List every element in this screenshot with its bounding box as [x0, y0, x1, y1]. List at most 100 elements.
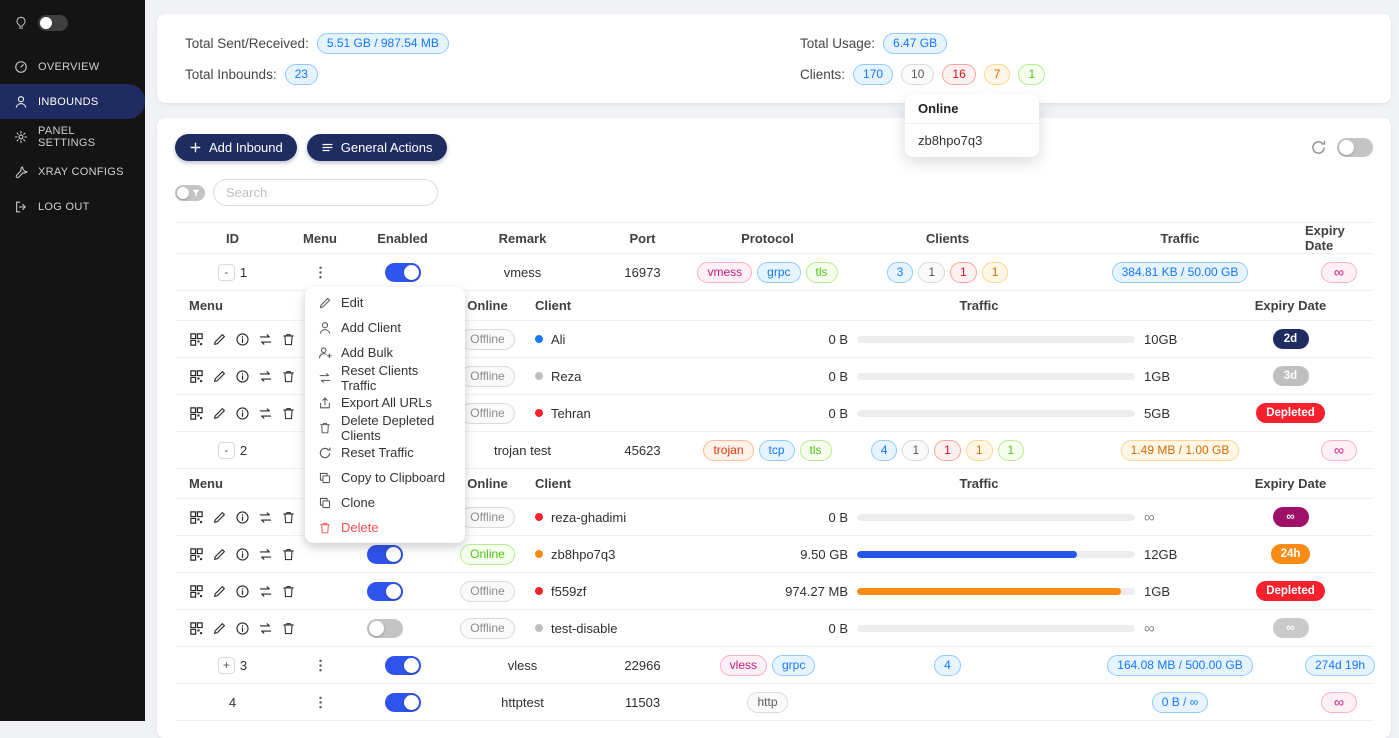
clients-deactive-badge[interactable]: 10: [901, 64, 934, 85]
sidebar-item-xray-configs[interactable]: XRAY CONFIGS: [0, 154, 145, 189]
delete-client-icon[interactable]: [281, 547, 296, 562]
reset-client-traffic-icon[interactable]: [258, 547, 273, 562]
inbound-traffic-badge: 384.81 KB / 50.00 GB: [1112, 262, 1249, 283]
menu-item-add-client[interactable]: Add Client: [308, 315, 462, 340]
menu-item-add-bulk[interactable]: Add Bulk: [308, 340, 462, 365]
clients-online-badge[interactable]: 1: [1018, 64, 1045, 85]
qrcode-icon[interactable]: [189, 369, 204, 384]
search-input[interactable]: [213, 179, 438, 206]
menu-item-reset-clients-traffic[interactable]: Reset Clients Traffic: [308, 365, 462, 390]
edit-client-icon[interactable]: [212, 547, 227, 562]
menu-item-edit[interactable]: Edit: [308, 290, 462, 315]
menu-item-export-all-urls[interactable]: Export All URLs: [308, 390, 462, 415]
qrcode-icon[interactable]: [189, 406, 204, 421]
edit-client-icon[interactable]: [212, 584, 227, 599]
sidebar-item-logout[interactable]: LOG OUT: [0, 189, 145, 224]
client-count-badge[interactable]: 1: [902, 440, 929, 461]
qrcode-icon[interactable]: [189, 621, 204, 636]
info-icon[interactable]: [235, 332, 250, 347]
qrcode-icon[interactable]: [189, 547, 204, 562]
inbound-expiry-badge: ∞: [1321, 262, 1357, 283]
info-icon[interactable]: [235, 547, 250, 562]
client-count-badge[interactable]: 1: [982, 262, 1009, 283]
collapse-button[interactable]: -: [218, 442, 235, 459]
inbound-traffic-badge: 1.49 MB / 1.00 GB: [1121, 440, 1240, 461]
header-protocol: Protocol: [695, 231, 840, 246]
menu-item-clone[interactable]: Clone: [308, 490, 462, 515]
menu-item-copy-to-clipboard[interactable]: Copy to Clipboard: [308, 465, 462, 490]
client-count-badge[interactable]: 4: [934, 655, 961, 676]
header-enabled: Enabled: [350, 231, 455, 246]
delete-client-icon[interactable]: [281, 510, 296, 525]
protocol-tag: tls: [800, 440, 832, 461]
info-icon[interactable]: [235, 621, 250, 636]
delete-client-icon[interactable]: [281, 621, 296, 636]
client-count-badge[interactable]: 1: [934, 440, 961, 461]
edit-client-icon[interactable]: [212, 510, 227, 525]
inbound-id: 2: [240, 443, 247, 458]
reset-client-traffic-icon[interactable]: [258, 369, 273, 384]
edit-client-icon[interactable]: [212, 332, 227, 347]
header-clients: Clients: [840, 231, 1055, 246]
inbound-menu-button[interactable]: [311, 656, 330, 675]
qrcode-icon[interactable]: [189, 510, 204, 525]
refresh-icon[interactable]: [1310, 139, 1327, 156]
info-icon[interactable]: [235, 406, 250, 421]
reset-client-traffic-icon[interactable]: [258, 584, 273, 599]
client-count-badge[interactable]: 1: [918, 262, 945, 283]
clone-icon: [318, 496, 332, 510]
inbound-port: 22966: [624, 658, 660, 673]
inbound-enabled-toggle[interactable]: [385, 656, 421, 675]
clients-total-badge[interactable]: 170: [853, 64, 893, 85]
delete-client-icon[interactable]: [281, 369, 296, 384]
client-enabled-toggle[interactable]: [367, 582, 403, 601]
add-inbound-button[interactable]: Add Inbound: [175, 134, 297, 161]
menu-item-delete-depleted-clients[interactable]: Delete Depleted Clients: [308, 415, 462, 440]
protocol-tag: tcp: [759, 440, 795, 461]
clients-label: Clients:: [800, 67, 845, 82]
edit-client-icon[interactable]: [212, 406, 227, 421]
traffic-used: 0 B: [778, 332, 848, 347]
inbound-menu-button[interactable]: [311, 263, 330, 282]
clients-depleted-badge[interactable]: 16: [942, 64, 975, 85]
qrcode-icon[interactable]: [189, 332, 204, 347]
edit-client-icon[interactable]: [212, 621, 227, 636]
info-icon[interactable]: [235, 510, 250, 525]
client-count-badge[interactable]: 1: [950, 262, 977, 283]
inbound-menu-button[interactable]: [311, 693, 330, 712]
collapse-button[interactable]: -: [218, 264, 235, 281]
sidebar-item-label: XRAY CONFIGS: [38, 166, 124, 178]
expand-button[interactable]: +: [218, 657, 235, 674]
delete-client-icon[interactable]: [281, 332, 296, 347]
client-count-badge[interactable]: 3: [887, 262, 914, 283]
clients-expiring-badge[interactable]: 7: [984, 64, 1011, 85]
filter-toggle[interactable]: [175, 185, 205, 201]
delete-client-icon[interactable]: [281, 584, 296, 599]
client-count-badge[interactable]: 1: [998, 440, 1025, 461]
sidebar-item-inbounds[interactable]: INBOUNDS: [0, 84, 145, 119]
sidebar-item-panel-settings[interactable]: PANEL SETTINGS: [0, 119, 145, 154]
reset-client-traffic-icon[interactable]: [258, 510, 273, 525]
info-icon[interactable]: [235, 369, 250, 384]
client-name: Reza: [551, 369, 581, 384]
add-inbound-label: Add Inbound: [209, 140, 283, 155]
reset-client-traffic-icon[interactable]: [258, 621, 273, 636]
info-icon[interactable]: [235, 584, 250, 599]
inbound-enabled-toggle[interactable]: [385, 263, 421, 282]
qrcode-icon[interactable]: [189, 584, 204, 599]
menu-item-delete[interactable]: Delete: [308, 515, 462, 540]
client-count-badge[interactable]: 1: [966, 440, 993, 461]
client-enabled-toggle[interactable]: [367, 619, 403, 638]
edit-client-icon[interactable]: [212, 369, 227, 384]
reset-client-traffic-icon[interactable]: [258, 406, 273, 421]
theme-toggle[interactable]: [38, 15, 68, 31]
reset-client-traffic-icon[interactable]: [258, 332, 273, 347]
menu-item-reset-traffic[interactable]: Reset Traffic: [308, 440, 462, 465]
general-actions-button[interactable]: General Actions: [307, 134, 447, 161]
client-count-badge[interactable]: 4: [871, 440, 898, 461]
inbound-enabled-toggle[interactable]: [385, 693, 421, 712]
sidebar-item-overview[interactable]: OVERVIEW: [0, 49, 145, 84]
delete-client-icon[interactable]: [281, 406, 296, 421]
auto-refresh-toggle[interactable]: [1337, 138, 1373, 157]
client-enabled-toggle[interactable]: [367, 545, 403, 564]
